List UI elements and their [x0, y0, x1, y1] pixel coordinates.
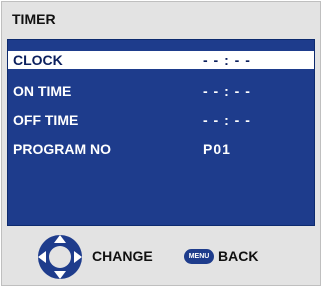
- timer-dialog: TIMER CLOCK - - : - - ON TIME - - : - - …: [1, 1, 321, 286]
- row-label-clock: CLOCK: [13, 52, 63, 68]
- row-value-off-time: - - : - -: [203, 112, 251, 128]
- row-label-program-no: PROGRAM NO: [13, 141, 111, 157]
- row-value-clock: - - : - -: [203, 52, 251, 68]
- dialog-title: TIMER: [12, 11, 56, 27]
- back-hint: BACK: [218, 248, 259, 264]
- direction-pad-icon: [38, 235, 82, 279]
- row-value-program-no: P01: [203, 141, 231, 157]
- menu-row-program-no[interactable]: PROGRAM NO P01: [8, 140, 314, 158]
- menu-row-clock[interactable]: CLOCK - - : - -: [8, 51, 314, 69]
- row-label-on-time: ON TIME: [13, 83, 72, 99]
- change-hint: CHANGE: [92, 248, 153, 264]
- menu-row-on-time[interactable]: ON TIME - - : - -: [8, 82, 314, 100]
- row-label-off-time: OFF TIME: [13, 112, 79, 128]
- settings-panel: CLOCK - - : - - ON TIME - - : - - OFF TI…: [7, 39, 315, 226]
- menu-button-icon: MENU: [184, 249, 214, 264]
- menu-row-off-time[interactable]: OFF TIME - - : - -: [8, 111, 314, 129]
- row-value-on-time: - - : - -: [203, 83, 251, 99]
